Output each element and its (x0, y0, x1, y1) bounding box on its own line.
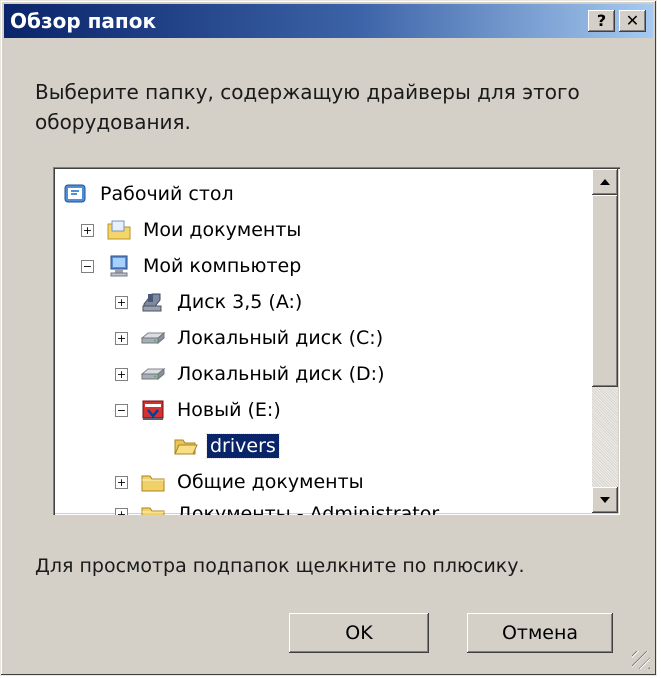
resize-grip[interactable] (632, 651, 650, 669)
collapse-toggle[interactable]: − (115, 403, 128, 417)
tree-item-label: Локальный диск (C:) (177, 327, 384, 349)
tree-item-new-e[interactable]: − Новый (E:) (115, 393, 284, 427)
expand-toggle[interactable]: + (115, 507, 128, 515)
help-button[interactable]: ? (588, 10, 615, 32)
desktop-icon (63, 182, 89, 206)
ok-button[interactable]: OK (289, 613, 429, 653)
title-bar[interactable]: Обзор папок ? ✕ (4, 4, 653, 38)
tree-item-my-computer[interactable]: − Мой компьютер (81, 249, 304, 283)
cancel-button[interactable]: Отмена (467, 613, 613, 653)
expand-toggle[interactable]: + (115, 475, 128, 489)
folder-open-icon (173, 434, 199, 458)
window-title: Обзор папок (10, 9, 157, 33)
folder-tree[interactable]: Рабочий стол + Мои документы − Мой компь… (53, 167, 620, 515)
tree-item-admin-documents[interactable]: + Документы - Administrator (115, 497, 442, 515)
scroll-up-button[interactable] (592, 169, 618, 195)
tree-item-label: Локальный диск (D:) (177, 363, 385, 385)
tree-item-my-documents[interactable]: + Мои документы (81, 213, 304, 247)
tree-item-label: Общие документы (177, 471, 364, 493)
close-button[interactable]: ✕ (619, 10, 646, 32)
tree-item-floppy-a[interactable]: + Диск 3,5 (A:) (115, 285, 305, 319)
browse-folder-dialog: Обзор папок ? ✕ Выберите папку, содержащ… (0, 0, 657, 676)
folder-icon (140, 470, 166, 494)
expand-toggle[interactable]: + (115, 367, 128, 381)
hint-text: Для просмотра подпапок щелкните по плюси… (35, 555, 525, 577)
tree-item-local-disk-d[interactable]: + Локальный диск (D:) (115, 357, 388, 391)
expand-toggle[interactable]: + (115, 295, 128, 309)
scroll-down-button[interactable] (592, 487, 618, 513)
tree-item-label: Документы - Administrator (177, 503, 440, 515)
tree-item-label: Диск 3,5 (A:) (177, 291, 303, 313)
tree-item-label-selected: drivers (206, 433, 280, 459)
scroll-thumb[interactable] (592, 195, 618, 387)
tree-item-label: Новый (E:) (177, 399, 281, 421)
tree-item-label: Мой компьютер (143, 255, 302, 277)
collapse-toggle[interactable]: − (81, 259, 94, 273)
computer-icon (106, 254, 132, 278)
tree-item-label: Рабочий стол (100, 183, 234, 205)
folder-icon (140, 502, 166, 515)
floppy-drive-icon (140, 290, 166, 314)
vertical-scrollbar[interactable] (592, 169, 618, 513)
tree-item-drivers[interactable]: drivers (173, 429, 280, 463)
tree-item-shared-documents[interactable]: + Общие документы (115, 465, 367, 499)
tree-item-local-disk-c[interactable]: + Локальный диск (C:) (115, 321, 386, 355)
tree-item-label: Мои документы (143, 219, 302, 241)
documents-folder-icon (106, 218, 132, 242)
expand-toggle[interactable]: + (81, 223, 94, 237)
arrow-down-icon (600, 497, 610, 503)
expand-toggle[interactable]: + (115, 331, 128, 345)
hard-drive-icon (140, 326, 166, 350)
hard-drive-icon (140, 362, 166, 386)
removable-drive-icon (140, 398, 166, 422)
tree-item-desktop[interactable]: Рабочий стол (63, 177, 237, 211)
instruction-text: Выберите папку, содержащую драйверы для … (35, 80, 580, 134)
arrow-up-icon (600, 179, 610, 185)
